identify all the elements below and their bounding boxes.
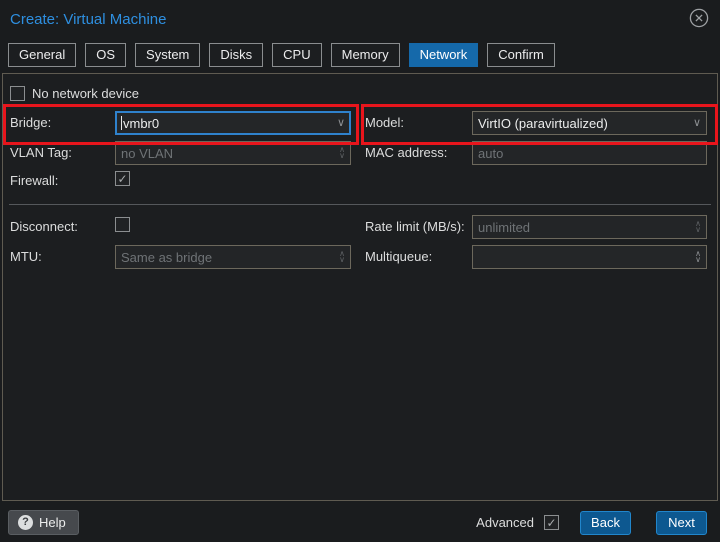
model-value: VirtIO (paravirtualized) <box>478 116 689 131</box>
help-icon: ? <box>18 515 33 530</box>
multiqueue-label: Multiqueue: <box>365 249 432 264</box>
rate-limit-input <box>478 220 691 235</box>
mtu-input <box>121 250 335 265</box>
spinner-arrows-icon: ∧∨ <box>335 251 345 263</box>
mtu-spinner: ∧∨ <box>115 245 351 269</box>
network-form-panel <box>2 73 718 501</box>
help-button-label: Help <box>39 515 66 530</box>
tab-disks[interactable]: Disks <box>209 43 263 67</box>
disconnect-label: Disconnect: <box>10 219 78 234</box>
bridge-value: vmbr0 <box>123 116 333 131</box>
rate-limit-spinner: ∧∨ <box>472 215 707 239</box>
tab-confirm[interactable]: Confirm <box>487 43 555 67</box>
spinner-arrows-icon[interactable]: ∧∨ <box>691 251 701 263</box>
mtu-label: MTU: <box>10 249 42 264</box>
multiqueue-spinner[interactable]: ∧∨ <box>472 245 707 269</box>
mac-address-label: MAC address: <box>365 145 447 160</box>
vlan-tag-label: VLAN Tag: <box>10 145 72 160</box>
rate-limit-label: Rate limit (MB/s): <box>365 219 465 234</box>
check-icon: ✓ <box>117 173 127 185</box>
spinner-arrows-icon: ∧∨ <box>691 221 701 233</box>
chevron-down-icon[interactable]: ∨ <box>333 118 345 129</box>
no-network-device-checkbox[interactable] <box>10 86 25 101</box>
tab-cpu[interactable]: CPU <box>272 43 321 67</box>
wizard-tabbar: General OS System Disks CPU Memory Netwo… <box>8 43 555 67</box>
bridge-combo[interactable]: vmbr0 ∨ <box>115 111 351 135</box>
close-icon[interactable] <box>689 8 709 28</box>
advanced-checkbox[interactable]: ✓ <box>544 515 559 530</box>
footer-bar: ? Help Advanced ✓ Back Next <box>0 501 720 542</box>
next-button[interactable]: Next <box>656 511 707 535</box>
tab-system[interactable]: System <box>135 43 200 67</box>
tab-os[interactable]: OS <box>85 43 126 67</box>
tab-general[interactable]: General <box>8 43 76 67</box>
no-network-device-label: No network device <box>32 86 139 101</box>
model-label: Model: <box>365 115 404 130</box>
firewall-checkbox[interactable]: ✓ <box>115 171 130 186</box>
advanced-label: Advanced <box>476 515 534 530</box>
multiqueue-input[interactable] <box>478 250 691 265</box>
vlan-tag-spinner: ∧∨ <box>115 141 351 165</box>
text-cursor <box>121 116 122 130</box>
spinner-arrows-icon: ∧∨ <box>335 147 345 159</box>
model-combo[interactable]: VirtIO (paravirtualized) ∨ <box>472 111 707 135</box>
no-network-device-row: No network device <box>10 86 139 101</box>
firewall-label: Firewall: <box>10 173 58 188</box>
disconnect-checkbox[interactable] <box>115 217 130 232</box>
dialog-title: Create: Virtual Machine <box>10 11 166 28</box>
section-divider <box>9 204 711 205</box>
help-button[interactable]: ? Help <box>8 510 79 535</box>
vlan-tag-input <box>121 146 335 161</box>
tab-network[interactable]: Network <box>409 43 479 67</box>
tab-memory[interactable]: Memory <box>331 43 400 67</box>
back-button[interactable]: Back <box>580 511 631 535</box>
bridge-label: Bridge: <box>10 115 51 130</box>
mac-address-input <box>478 146 701 161</box>
check-icon: ✓ <box>546 517 556 529</box>
chevron-down-icon[interactable]: ∨ <box>689 118 701 129</box>
mac-address-field <box>472 141 707 165</box>
